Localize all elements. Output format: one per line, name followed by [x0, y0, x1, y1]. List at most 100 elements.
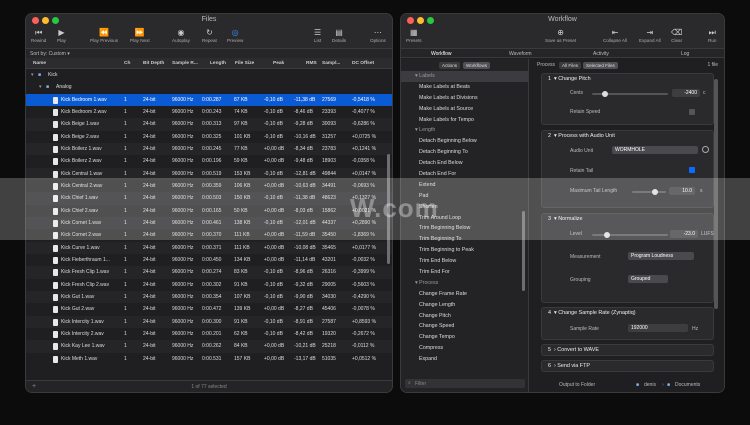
table-row[interactable]: Kick Boilerz 2.wav 1 24-bit 96000 Hz 0:00.19… — [26, 155, 392, 167]
files-scrollbar[interactable] — [387, 154, 390, 264]
tab-activity[interactable]: Activity — [593, 51, 609, 57]
table-row[interactable]: Kick Curve 1.wav 1 24-bit 96000 Hz 0:00.371 1… — [26, 241, 392, 254]
action-item[interactable]: Make Labels at Divisions — [401, 93, 528, 104]
chevron-right-icon[interactable]: › — [554, 347, 556, 353]
col-bit-depth[interactable]: Bit Depth — [143, 61, 164, 66]
col-rms[interactable]: RMS — [306, 61, 317, 66]
action-item[interactable]: Trim Beginning To — [401, 234, 528, 245]
table-row[interactable]: Kick Cornet 1.wav 1 24-bit 96000 Hz 0:00.461… — [26, 216, 392, 230]
options-button[interactable]: ⋯ Options — [370, 27, 386, 43]
collapse-all-button[interactable]: ⇤ Collapse All — [603, 27, 627, 43]
audio-unit-select[interactable]: WORMHOLE — [612, 146, 698, 154]
step-convert-to-wave[interactable]: 5 › Convert to WAVE — [541, 344, 714, 356]
autoplay-button[interactable]: ◉ Autoplay — [172, 27, 190, 43]
action-item[interactable]: Change Length — [401, 300, 528, 311]
presets-button[interactable]: ▦ Presets — [406, 27, 422, 43]
tail-length-field[interactable]: 10.0 — [669, 187, 695, 195]
tab-log[interactable]: Log — [681, 51, 689, 57]
action-item[interactable]: Shorten — [401, 202, 528, 213]
col-peak[interactable]: Peak — [273, 61, 284, 66]
table-row[interactable]: Kick Central 2.wav 1 24-bit 96000 Hz 0:00.35… — [26, 180, 392, 192]
chevron-down-icon[interactable]: ▾ — [554, 310, 557, 316]
retain-speed-checkbox[interactable] — [689, 109, 695, 115]
folder-row-analog[interactable]: ▾ ■ Analog — [26, 81, 392, 93]
action-item[interactable]: Trim End Below — [401, 256, 528, 267]
action-item[interactable]: Trim Around Loop — [401, 213, 528, 224]
expand-all-button[interactable]: ⇥ Expand All — [639, 27, 661, 43]
table-row[interactable]: Kick Beige 2.wav 1 24-bit 96000 Hz 0:00.325 1… — [26, 131, 392, 143]
table-row[interactable]: Kick Bedroom 1.wav 1 24-bit 96000 Hz 0:00.28… — [26, 93, 392, 106]
step-process-audio-unit[interactable]: 2 ▾ Process with Audio Unit Audio Unit W… — [541, 130, 714, 208]
table-row[interactable]: Kick Fieberthraum 1... 1 24-bit 96000 Hz 0:0… — [26, 254, 392, 266]
step-normalize[interactable]: 3 ▾ Normalize Level -23.0 LUFS Measureme… — [541, 213, 714, 303]
col-file-size[interactable]: File Size — [235, 61, 254, 66]
table-row[interactable]: Kick Chief 1.wav 1 24-bit 96000 Hz 0:00.503 1… — [26, 192, 392, 205]
table-row[interactable]: Kick Gut 2.wav 1 24-bit 96000 Hz 0:00.472 139… — [26, 303, 392, 315]
au-info-icon[interactable] — [702, 146, 709, 153]
chevron-down-icon[interactable]: ▾ — [39, 84, 42, 90]
action-item[interactable]: Change Frame Rate — [401, 289, 528, 300]
retain-tail-checkbox[interactable] — [689, 167, 695, 173]
table-row[interactable]: Kick Meth 1.wav 1 24-bit 96000 Hz 0:00.531 15… — [26, 353, 392, 365]
table-row[interactable]: Kick Bedroom 2.wav 1 24-bit 96000 Hz 0:00.24… — [26, 106, 392, 118]
rewind-button[interactable]: ⏮ Rewind — [31, 27, 46, 43]
clear-button[interactable]: ⌫ Clear — [671, 27, 682, 43]
chevron-right-icon[interactable]: › — [554, 363, 556, 369]
actions-scrollbar[interactable] — [522, 211, 525, 291]
tab-waveform[interactable]: Waveform — [509, 51, 532, 57]
list-button[interactable]: ☰ List — [314, 27, 321, 43]
action-item[interactable]: Change Tempo — [401, 332, 528, 343]
slider-knob[interactable] — [602, 91, 608, 97]
add-icon[interactable]: + — [32, 383, 36, 390]
table-row[interactable]: Kick Central 1.wav 1 24-bit 96000 Hz 0:00.51… — [26, 167, 392, 180]
chevron-down-icon[interactable]: ▾ — [31, 72, 34, 78]
action-item[interactable]: Trim End For — [401, 267, 528, 278]
filter-input[interactable]: ⌕ Filter — [405, 379, 525, 388]
action-item[interactable]: Extend — [401, 180, 528, 191]
workflows-tab[interactable]: Workflows — [463, 62, 491, 69]
action-item[interactable]: Detach Beginning To — [401, 147, 528, 158]
table-row[interactable]: Kick Fresh Clip 2.wav 1 24-bit 96000 Hz 0:00… — [26, 279, 392, 291]
all-files-tab[interactable]: All Files — [559, 62, 582, 69]
col-name[interactable]: Name — [33, 61, 46, 66]
chevron-down-icon[interactable]: ▾ — [554, 133, 557, 139]
section-header[interactable]: ▾ Length — [401, 125, 528, 136]
details-button[interactable]: ▤ Details — [332, 27, 346, 43]
table-row[interactable]: Kick Intercity 1.wav 1 24-bit 96000 Hz 0:00.… — [26, 315, 392, 328]
table-row[interactable]: Kick Beige 1.wav 1 24-bit 96000 Hz 0:00.313 9… — [26, 118, 392, 131]
cents-field[interactable]: -2400 — [672, 89, 700, 97]
run-button[interactable]: ⏭ Run — [708, 27, 716, 43]
table-row[interactable]: Kick Fresh Clip 1.wav 1 24-bit 96000 Hz 0:00… — [26, 266, 392, 279]
repeat-button[interactable]: ↻ Repeat — [202, 27, 217, 43]
action-item[interactable]: Detach End For — [401, 169, 528, 180]
play-next-button[interactable]: ⏩ Play Next — [130, 27, 150, 43]
col-dc-offset[interactable]: DC Offset — [352, 61, 374, 66]
actions-tab[interactable]: Actions — [439, 62, 461, 69]
grouping-select[interactable]: Grouped — [628, 275, 668, 283]
selected-files-tab[interactable]: Selected Files — [583, 62, 618, 69]
step-change-pitch[interactable]: 1 ▾ Change Pitch Cents -2400 c Retain Sp… — [541, 73, 714, 125]
level-field[interactable]: -23.0 — [670, 230, 698, 238]
folder-row-kick[interactable]: ▾ ■ Kick — [26, 69, 392, 81]
col-sample-rate[interactable]: Sample R... — [172, 61, 198, 66]
level-slider[interactable] — [592, 232, 668, 238]
action-item[interactable]: Change Pitch — [401, 311, 528, 322]
action-item[interactable]: Trim Beginning to Peak — [401, 245, 528, 256]
action-item[interactable]: Compress — [401, 343, 528, 354]
sample-rate-field[interactable]: 192000 — [628, 324, 688, 332]
action-item[interactable]: Make Labels at Source — [401, 104, 528, 115]
action-item[interactable]: Make Labels at Beats — [401, 82, 528, 93]
action-item[interactable]: Trim Beginning Below — [401, 223, 528, 234]
action-item[interactable]: Detach Beginning Below — [401, 136, 528, 147]
preview-button[interactable]: ◎ Preview — [227, 27, 243, 43]
slider-knob[interactable] — [604, 232, 610, 238]
table-row[interactable]: Kick Boilerz 1.wav 1 24-bit 96000 Hz 0:00.24… — [26, 142, 392, 156]
col-channels[interactable]: Ch — [124, 61, 130, 66]
section-header[interactable]: ▾ Labels — [401, 71, 528, 82]
table-row[interactable]: Kick Cornet 2.wav 1 24-bit 96000 Hz 0:00.370… — [26, 229, 392, 241]
chevron-down-icon[interactable]: ▾ — [554, 216, 557, 222]
col-samples[interactable]: Sampl... — [322, 61, 340, 66]
table-row[interactable]: Kick Gut 1.wav 1 24-bit 96000 Hz 0:00.354 107… — [26, 290, 392, 304]
cents-slider[interactable] — [592, 91, 668, 97]
chevron-down-icon[interactable]: ▾ — [554, 76, 557, 82]
